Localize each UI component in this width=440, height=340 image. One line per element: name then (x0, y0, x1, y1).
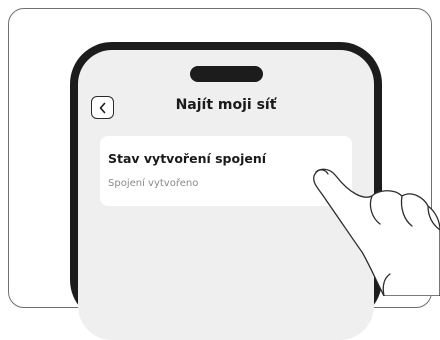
status-card-title: Stav vytvoření spojení (108, 151, 267, 166)
phone-device: Najít moji síť Stav vytvoření spojení Sp… (70, 42, 382, 340)
status-card-subtitle: Spojení vytvořeno (108, 178, 199, 189)
page-title: Najít moji síť (175, 97, 277, 113)
phone-notch (190, 66, 263, 82)
phone-screen: Najít moji síť Stav vytvoření spojení Sp… (78, 50, 374, 340)
connection-status-card[interactable]: Stav vytvoření spojení Spojení vytvořeno (100, 136, 352, 206)
